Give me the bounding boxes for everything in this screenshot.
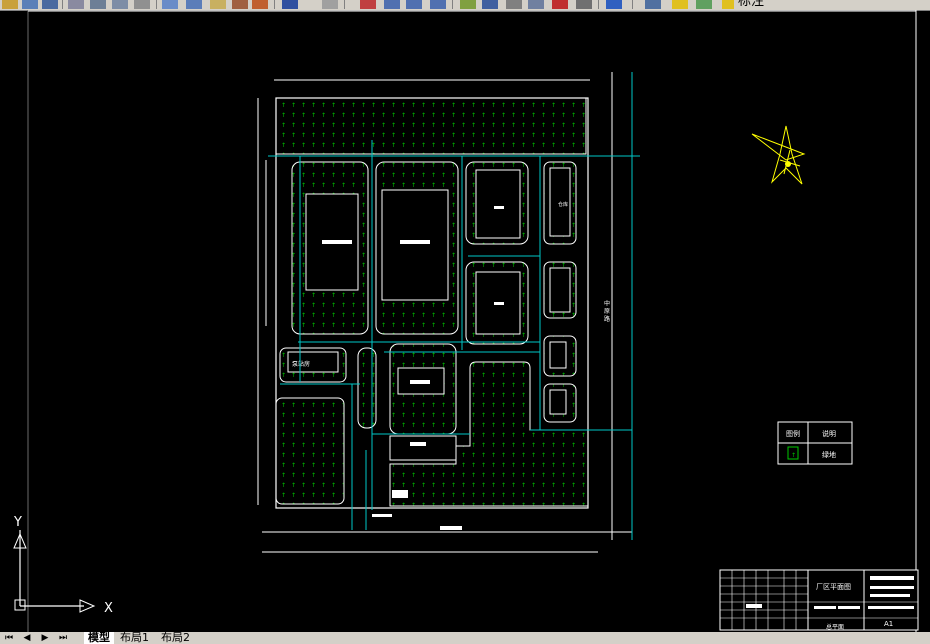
east-building-label: 仓库	[558, 201, 568, 208]
zoom-previous-icon[interactable]	[210, 0, 226, 9]
properties-icon[interactable]	[282, 0, 298, 9]
site-plan: 仓库 泵站房 中 原 路	[257, 72, 640, 553]
pan-icon[interactable]	[232, 0, 248, 9]
road-label: 中 原 路	[603, 299, 610, 323]
sheet-set-icon[interactable]	[482, 0, 498, 9]
tool-palette-icon[interactable]	[360, 0, 376, 9]
design-center-icon[interactable]	[322, 0, 338, 9]
dbconnect-icon[interactable]	[506, 0, 522, 9]
tab-model[interactable]: 模型	[84, 632, 114, 644]
title-block-title: 厂区平面图	[816, 583, 851, 591]
color-icon[interactable]	[672, 0, 688, 9]
ucs-x-label: X	[104, 601, 113, 616]
legend-row-desc: 绿地	[822, 450, 836, 459]
cut-icon[interactable]	[68, 0, 84, 9]
help-icon[interactable]	[606, 0, 622, 9]
linetype-icon[interactable]	[696, 0, 712, 9]
title-block-sheet: A1	[884, 620, 893, 628]
legend-table: 图例 说明 绿地	[777, 421, 853, 465]
ucs-y-label: Y	[13, 515, 22, 530]
open-icon[interactable]	[2, 0, 18, 9]
last-tab-icon[interactable]: ⏭	[56, 633, 70, 643]
save-icon[interactable]	[22, 0, 38, 9]
legend-header-symbol: 图例	[786, 429, 800, 438]
markup-icon[interactable]	[460, 0, 476, 9]
text-style-icon[interactable]	[722, 0, 734, 9]
tab-layout1[interactable]: 布局1	[120, 632, 149, 644]
zoom-extents-icon[interactable]	[252, 0, 268, 9]
title-block-footer: 总平面	[826, 623, 844, 631]
layer-manager-icon[interactable]	[645, 0, 661, 9]
model-space-canvas[interactable]: ↑ 仓库	[0, 10, 930, 632]
text-style-label[interactable]: 标注	[738, 0, 764, 9]
tab-layout2[interactable]: 布局2	[161, 632, 190, 644]
calculator-icon[interactable]	[552, 0, 568, 9]
legend-header-desc: 说明	[822, 429, 836, 438]
layout-tab-bar: ⏮ ◀ ▶ ⏭ 模型 布局1 布局2	[0, 632, 930, 644]
copy-icon[interactable]	[90, 0, 106, 9]
zoom-in-icon[interactable]	[384, 0, 400, 9]
zoom-window-icon[interactable]	[186, 0, 202, 9]
zoom-realtime-icon[interactable]	[162, 0, 178, 9]
prev-tab-icon[interactable]: ◀	[20, 633, 34, 643]
zoom-out-icon[interactable]	[406, 0, 422, 9]
print-icon[interactable]	[42, 0, 58, 9]
north-arrow	[751, 125, 806, 185]
next-tab-icon[interactable]: ▶	[38, 633, 52, 643]
paste-icon[interactable]	[112, 0, 128, 9]
title-block: 厂区平面图 A1 总平面	[719, 569, 919, 631]
match-properties-icon[interactable]	[134, 0, 150, 9]
first-tab-icon[interactable]: ⏮	[2, 633, 16, 643]
layer-icon[interactable]	[528, 0, 544, 9]
zoom-all-icon[interactable]	[430, 0, 446, 9]
table-icon[interactable]	[576, 0, 592, 9]
small-hut-label: 泵站房	[292, 360, 310, 368]
